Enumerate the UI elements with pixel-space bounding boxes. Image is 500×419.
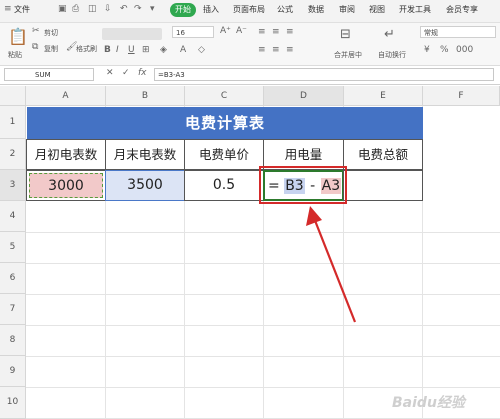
bold-icon[interactable]: B (104, 45, 111, 55)
copy-label[interactable]: 复制 (44, 44, 58, 54)
align-left-icon[interactable]: ≡ (258, 45, 266, 55)
watermark: Baidu经验 (392, 395, 465, 411)
row-header-5[interactable]: 5 (0, 232, 26, 263)
font-color-icon[interactable]: A (180, 45, 186, 55)
column-header-e[interactable]: E (344, 86, 423, 106)
font-name-box[interactable] (102, 28, 162, 40)
cut-icon[interactable]: ✂ (32, 26, 40, 36)
font-grow-icon[interactable]: A⁺ (220, 26, 231, 36)
merge-icon[interactable]: ⊟ (340, 27, 351, 42)
paste-label[interactable]: 粘贴 (8, 50, 22, 60)
align-bottom-icon[interactable]: ≡ (286, 27, 294, 37)
cell-c3[interactable]: 0.5 (184, 170, 264, 201)
row-header-6[interactable]: 6 (0, 263, 26, 294)
paste-icon[interactable]: 📋 (8, 27, 28, 46)
font-size-box[interactable]: 16 (172, 26, 214, 38)
cut-label[interactable]: 剪切 (44, 28, 58, 38)
font-shrink-icon[interactable]: A⁻ (236, 26, 247, 36)
export-icon[interactable]: ⇩ (104, 4, 112, 14)
gridline (26, 232, 500, 233)
cell-e3[interactable] (343, 170, 423, 201)
gridline (26, 263, 500, 264)
tab-review[interactable]: 审阅 (339, 4, 355, 15)
preview-icon[interactable]: ◫ (88, 4, 97, 14)
menu-icon[interactable]: ≡ (4, 4, 12, 14)
column-header-a[interactable]: A (26, 86, 106, 106)
wrap-label[interactable]: 自动换行 (378, 50, 406, 60)
formula-input[interactable]: =B3-A3 (154, 68, 494, 81)
align-center-icon[interactable]: ≡ (272, 45, 280, 55)
gridline (26, 387, 500, 388)
header-cell-unit-price[interactable]: 电费单价 (184, 139, 264, 170)
confirm-icon[interactable]: ✓ (122, 68, 130, 78)
select-all-corner[interactable] (0, 86, 26, 106)
tab-developer[interactable]: 开发工具 (399, 4, 431, 15)
print-icon[interactable]: ⎙ (72, 4, 79, 14)
save-icon[interactable]: ▣ (58, 4, 67, 14)
header-cell-total[interactable]: 电费总额 (343, 139, 423, 170)
column-header-c[interactable]: C (185, 86, 264, 106)
row-header-4[interactable]: 4 (0, 201, 26, 232)
underline-icon[interactable]: U (128, 45, 135, 55)
header-cell-start-reading[interactable]: 月初电表数 (26, 139, 106, 170)
menu-file[interactable]: 文件 (14, 4, 30, 15)
gridline (26, 325, 500, 326)
column-header-f[interactable]: F (423, 86, 500, 106)
arrow-head (306, 206, 322, 226)
align-middle-icon[interactable]: ≡ (272, 27, 280, 37)
thousands-icon[interactable]: 000 (456, 45, 473, 55)
menu-bar: ≡ 文件 ▣ ⎙ ◫ ⇩ ↶ ↷ ▾ 开始 插入 页面布局 公式 数据 审阅 视… (0, 0, 500, 23)
row-header-7[interactable]: 7 (0, 294, 26, 325)
wrap-icon[interactable]: ↵ (384, 27, 395, 42)
format-painter-label[interactable]: 格式刷 (76, 44, 97, 54)
border-icon[interactable]: ⊞ (142, 45, 150, 55)
formula-bar: SUM ✕ ✓ fx =B3-A3 (0, 66, 500, 85)
header-cell-end-reading[interactable]: 月末电表数 (105, 139, 185, 170)
cell-a3-value: 3000 (29, 173, 103, 198)
cancel-icon[interactable]: ✕ (106, 68, 114, 78)
percent-icon[interactable]: % (440, 45, 449, 55)
row-header-9[interactable]: 9 (0, 356, 26, 387)
align-right-icon[interactable]: ≡ (286, 45, 294, 55)
column-header-b[interactable]: B (106, 86, 185, 106)
more-icon[interactable]: ▾ (150, 4, 155, 14)
tab-data[interactable]: 数据 (308, 4, 324, 15)
tab-formula[interactable]: 公式 (277, 4, 293, 15)
undo-icon[interactable]: ↶ (120, 4, 128, 14)
column-header-d[interactable]: D (264, 86, 344, 106)
cell-a3[interactable]: 3000 (26, 170, 106, 201)
row-header-3[interactable]: 3 (0, 170, 26, 201)
align-top-icon[interactable]: ≡ (258, 27, 266, 37)
currency-icon[interactable]: ¥ (424, 45, 430, 55)
cell-b3[interactable]: 3500 (105, 170, 185, 201)
gridline (26, 294, 500, 295)
row-header-8[interactable]: 8 (0, 325, 26, 356)
tab-start[interactable]: 开始 (170, 3, 196, 17)
redo-icon[interactable]: ↷ (134, 4, 142, 14)
tab-page-layout[interactable]: 页面布局 (233, 4, 265, 15)
italic-icon[interactable]: I (116, 45, 119, 55)
arrow-shaft (312, 217, 357, 323)
gridline (26, 356, 500, 357)
tab-insert[interactable]: 插入 (203, 4, 219, 15)
function-icon[interactable]: fx (138, 68, 147, 78)
copy-icon[interactable]: ⧉ (32, 42, 38, 52)
number-format-box[interactable]: 常规 (420, 26, 496, 38)
annotation-arrow (306, 206, 357, 323)
ribbon-toolbar: 📋 粘贴 ✂ 剪切 ⧉ 复制 🖌 格式刷 16 A⁺ A⁻ B I U ⊞ ◈ … (0, 23, 500, 66)
row-header-10[interactable]: 10 (0, 387, 26, 419)
row-header-2[interactable]: 2 (0, 139, 26, 170)
name-box[interactable]: SUM (4, 68, 94, 81)
merge-label[interactable]: 合并居中 (334, 50, 362, 60)
row-header-1[interactable]: 1 (0, 106, 26, 139)
table-title[interactable]: 电费计算表 (27, 107, 423, 139)
fill-color-icon[interactable]: ◈ (160, 45, 167, 55)
clear-icon[interactable]: ◇ (198, 45, 205, 55)
tab-member[interactable]: 会员专享 (446, 4, 478, 15)
tab-view[interactable]: 视图 (369, 4, 385, 15)
highlight-box (259, 166, 347, 204)
